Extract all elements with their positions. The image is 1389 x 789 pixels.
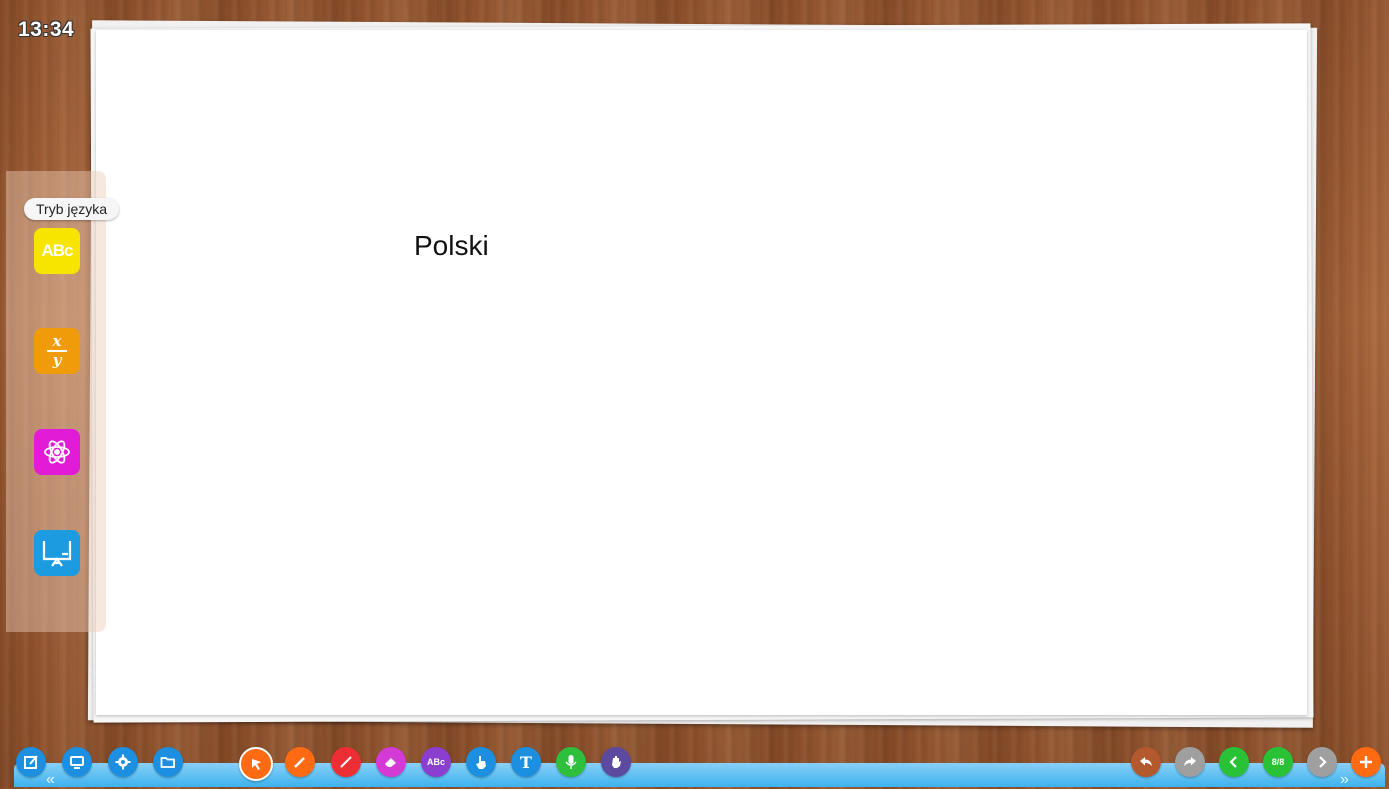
cursor-icon xyxy=(252,759,261,770)
collapse-left-icon[interactable]: « xyxy=(46,771,55,789)
undo-button[interactable] xyxy=(1131,747,1161,777)
hand-pointer-icon xyxy=(476,756,486,769)
plus-icon xyxy=(1360,756,1372,768)
microphone-button[interactable] xyxy=(556,747,586,777)
clock-time: 13:34 xyxy=(18,18,75,41)
line-icon xyxy=(340,756,352,768)
open-file-button[interactable] xyxy=(153,747,183,777)
text-tool-button[interactable]: T xyxy=(511,747,541,777)
settings-button[interactable] xyxy=(108,747,138,777)
chevron-left-icon xyxy=(1229,756,1237,768)
fraction-numerator: x xyxy=(52,332,62,350)
undo-icon xyxy=(1140,757,1152,766)
microphone-icon xyxy=(565,755,577,769)
screen-button[interactable] xyxy=(62,747,92,777)
previous-page-button[interactable] xyxy=(1219,747,1249,777)
mode-tooltip: Tryb języka xyxy=(24,198,120,220)
whiteboard-canvas[interactable]: Polski xyxy=(96,30,1307,715)
eraser-icon xyxy=(385,758,396,767)
monitor-icon xyxy=(70,756,84,769)
edit-icon xyxy=(24,755,38,769)
handwriting-tool-button[interactable]: ABc xyxy=(421,747,451,777)
board-mode-button[interactable] xyxy=(34,530,80,576)
add-page-button[interactable] xyxy=(1351,747,1381,777)
math-mode-button[interactable]: x y xyxy=(34,328,80,374)
chevron-right-icon xyxy=(1319,756,1327,768)
pan-tool-button[interactable] xyxy=(601,747,631,777)
collapse-right-icon[interactable]: » xyxy=(1340,771,1349,789)
handwriting-tool-label: ABc xyxy=(426,757,445,767)
next-page-button[interactable] xyxy=(1307,747,1337,777)
fraction-denominator: y xyxy=(52,351,62,369)
select-tool-button[interactable] xyxy=(239,747,273,781)
language-mode-button[interactable]: ABc xyxy=(34,228,80,274)
science-mode-button[interactable] xyxy=(34,429,80,475)
pen-tool-button[interactable] xyxy=(285,747,315,777)
gear-icon xyxy=(115,754,131,770)
language-mode-label: ABc xyxy=(41,241,73,260)
redo-icon xyxy=(1184,757,1196,766)
canvas-text-object[interactable]: Polski xyxy=(414,230,489,262)
eraser-tool-button[interactable] xyxy=(376,747,406,777)
redo-button[interactable] xyxy=(1175,747,1205,777)
atom-icon xyxy=(44,440,70,464)
page-indicator-label: 8/8 xyxy=(1271,757,1285,767)
folder-icon xyxy=(160,757,175,768)
presentation-board-icon xyxy=(42,541,72,567)
text-tool-label: T xyxy=(520,752,532,772)
touch-tool-button[interactable] xyxy=(466,747,496,777)
pencil-icon xyxy=(294,757,305,768)
line-tool-button[interactable] xyxy=(331,747,361,777)
edit-button[interactable] xyxy=(16,747,46,777)
fraction-icon: x y xyxy=(47,334,67,368)
language-mode-icon: ABc xyxy=(41,241,73,261)
hand-icon xyxy=(612,756,621,768)
page-indicator[interactable]: 8/8 xyxy=(1263,747,1293,777)
